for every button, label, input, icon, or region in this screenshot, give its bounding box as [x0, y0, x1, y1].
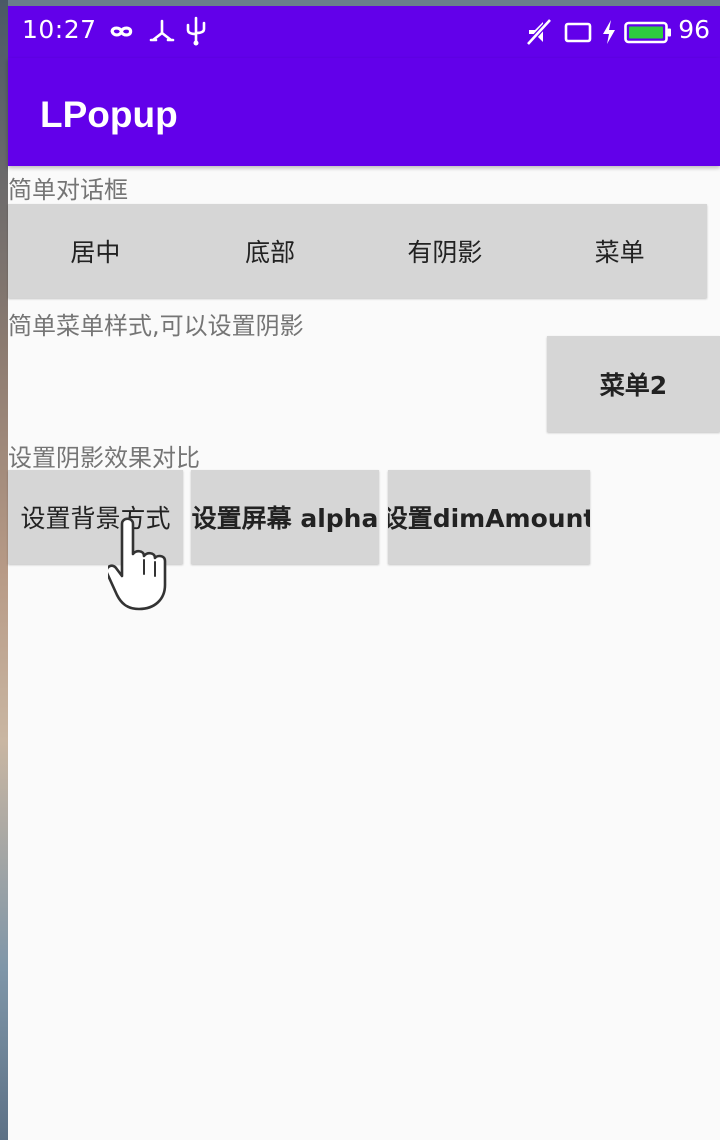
app-window: 10:27 96 LPopup 简单对话框 居中 底部 有阴影 菜单 简单菜单样…	[8, 6, 720, 1140]
app-toolbar: LPopup	[8, 58, 720, 166]
battery-icon	[624, 21, 671, 44]
menu2-button[interactable]: 菜单2	[547, 336, 720, 432]
section-label-shadow-compare: 设置阴影效果对比	[8, 444, 200, 472]
menu-button[interactable]: 菜单	[532, 204, 707, 298]
center-button[interactable]: 居中	[8, 204, 183, 298]
shadow-button[interactable]: 有阴影	[358, 204, 533, 298]
status-bar: 10:27 96	[8, 6, 720, 58]
bottom-button[interactable]: 底部	[183, 204, 358, 298]
screen-icon	[564, 22, 592, 43]
wallpaper-strip	[0, 0, 8, 1140]
set-dim-amount-button[interactable]: 设置dimAmount	[388, 470, 590, 564]
status-time: 10:27	[22, 15, 97, 44]
usb-debug-icon	[149, 19, 175, 42]
section-label-simple-menu: 简单菜单样式,可以设置阴影	[8, 312, 304, 340]
simple-dialog-button-row: 居中 底部 有阴影 菜单	[8, 204, 707, 298]
mute-icon	[526, 18, 552, 46]
set-screen-alpha-button[interactable]: 设置屏幕 alpha	[191, 470, 379, 564]
section-label-simple-dialog: 简单对话框	[8, 176, 128, 204]
battery-percent: 96	[678, 15, 710, 44]
infinity-icon	[110, 26, 133, 37]
usb-icon	[186, 16, 206, 46]
page-title: LPopup	[40, 94, 178, 135]
touch-pointer-icon	[108, 517, 167, 611]
charging-icon	[603, 20, 615, 44]
